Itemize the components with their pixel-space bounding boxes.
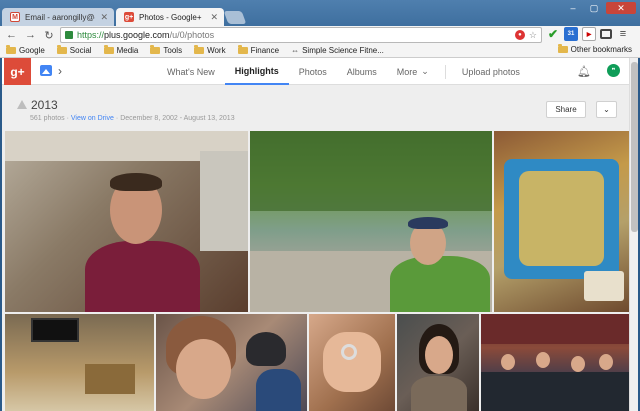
- close-icon[interactable]: ✕: [100, 12, 108, 23]
- calendar-extension-icon[interactable]: 31: [564, 27, 578, 41]
- checkmark-extension-icon[interactable]: ✔: [546, 27, 560, 41]
- bookmark-folder-social[interactable]: Social: [56, 45, 92, 55]
- upload-photos-link[interactable]: Upload photos: [452, 58, 530, 85]
- tab-photos[interactable]: g+ Photos - Google+ ✕: [116, 8, 224, 26]
- share-button[interactable]: Share: [546, 101, 586, 118]
- options-dropdown-button[interactable]: ⌄: [596, 101, 617, 118]
- adblock-icon[interactable]: ●: [514, 30, 525, 40]
- folder-icon: [194, 45, 205, 54]
- gmail-icon: M: [10, 12, 20, 22]
- photos-icon[interactable]: [40, 65, 52, 76]
- cast-icon[interactable]: [600, 29, 612, 39]
- photo-woman-smiling[interactable]: [397, 314, 479, 411]
- bookmark-folder-finance[interactable]: Finance: [237, 45, 279, 55]
- extension-icons: ✔ 31 ▶ ≡: [546, 27, 630, 41]
- tab-email[interactable]: M Email - aarongilly@gmai ✕: [2, 8, 114, 26]
- view-on-drive-link[interactable]: View on Drive: [71, 115, 114, 122]
- scrollbar[interactable]: [629, 58, 638, 411]
- tab-more[interactable]: More ⌄: [387, 58, 439, 85]
- folder-icon: [103, 45, 114, 54]
- album-title: 2013: [31, 98, 58, 112]
- scroll-thumb[interactable]: [631, 62, 638, 232]
- folder-icon: [6, 45, 16, 54]
- bookmark-folder-work[interactable]: Work: [194, 45, 226, 55]
- date-range: December 8, 2002 - August 13, 2013: [120, 115, 235, 122]
- auto-backup-icon: [17, 100, 27, 109]
- minimize-button[interactable]: –: [564, 2, 582, 14]
- tab-strip: M Email - aarongilly@gmai ✕ g+ Photos - …: [0, 0, 640, 26]
- gplus-nav: What's New Highlights Photos Albums More…: [157, 58, 530, 85]
- new-tab-button[interactable]: [223, 11, 247, 24]
- folder-icon: [56, 45, 67, 54]
- bookmarks-bar: Google Social Media Tools Work Finance ⇔…: [0, 44, 640, 58]
- tab-whats-new[interactable]: What's New: [157, 58, 225, 85]
- photo-count: 561 photos: [30, 115, 65, 122]
- bookmark-link[interactable]: ⇔ Simple Science Fitne...: [291, 46, 384, 55]
- photo-man-in-living-room[interactable]: [5, 131, 248, 312]
- link-icon: ⇔: [291, 46, 300, 55]
- album-content: 2013 561 photos · View on Drive · Decemb…: [2, 85, 629, 411]
- chevron-down-icon: ⌄: [421, 66, 429, 76]
- chevron-down-icon: ⌄: [603, 105, 610, 114]
- url-path: /u/0/photos: [169, 30, 215, 40]
- tab-albums[interactable]: Albums: [337, 58, 387, 85]
- window-controls: – ▢ ✕: [564, 2, 636, 14]
- photo-room-with-tv[interactable]: [5, 314, 154, 411]
- chevron-right-icon[interactable]: ›: [58, 64, 62, 78]
- gplus-header: g+ › What's New Highlights Photos Albums…: [2, 58, 638, 85]
- reload-icon[interactable]: ↻: [44, 29, 54, 42]
- bookmark-folder-google[interactable]: Google: [6, 45, 45, 55]
- photo-woman-and-child[interactable]: [156, 314, 307, 411]
- bell-icon[interactable]: 🔔︎: [577, 65, 591, 78]
- youtube-extension-icon[interactable]: ▶: [582, 27, 596, 41]
- url-scheme: https://: [77, 30, 105, 40]
- browser-window: M Email - aarongilly@gmai ✕ g+ Photos - …: [0, 0, 640, 411]
- close-icon[interactable]: ✕: [210, 12, 218, 23]
- bookmark-folder-tools[interactable]: Tools: [150, 45, 182, 55]
- address-bar[interactable]: https://plus.google.com/u/0/photos ● ☆: [60, 27, 542, 43]
- photo-selfie-by-river[interactable]: [250, 131, 492, 312]
- star-icon[interactable]: ☆: [529, 30, 537, 41]
- nav-divider: [444, 65, 446, 79]
- photo-board-game-catan[interactable]: [494, 131, 629, 312]
- close-window-button[interactable]: ✕: [606, 2, 636, 14]
- forward-icon[interactable]: →: [25, 29, 36, 41]
- folder-icon: [557, 44, 568, 53]
- google-plus-icon: g+: [124, 12, 134, 22]
- other-bookmarks[interactable]: Other bookmarks: [557, 44, 632, 54]
- maximize-button[interactable]: ▢: [585, 2, 603, 14]
- url-host: plus.google.com: [104, 30, 170, 40]
- album-meta: 561 photos · View on Drive · December 8,…: [30, 115, 235, 122]
- tab-highlights[interactable]: Highlights: [224, 58, 289, 85]
- lock-icon: [65, 31, 73, 39]
- hangouts-icon[interactable]: ❞: [607, 64, 620, 77]
- photo-hand-with-ring[interactable]: [309, 314, 395, 411]
- tab-photos-nav[interactable]: Photos: [289, 58, 337, 85]
- menu-icon[interactable]: ≡: [616, 27, 630, 41]
- back-icon[interactable]: ←: [6, 29, 17, 41]
- tab-title: Email - aarongilly@gmai: [25, 12, 95, 22]
- google-plus-logo[interactable]: g+: [4, 58, 31, 85]
- bookmark-folder-media[interactable]: Media: [103, 45, 138, 55]
- browser-toolbar: ← → ↻ https://plus.google.com/u/0/photos…: [0, 26, 640, 44]
- folder-icon: [150, 45, 161, 54]
- photo-group-on-stage[interactable]: [481, 314, 629, 411]
- folder-icon: [237, 45, 248, 54]
- tab-title: Photos - Google+: [139, 12, 202, 22]
